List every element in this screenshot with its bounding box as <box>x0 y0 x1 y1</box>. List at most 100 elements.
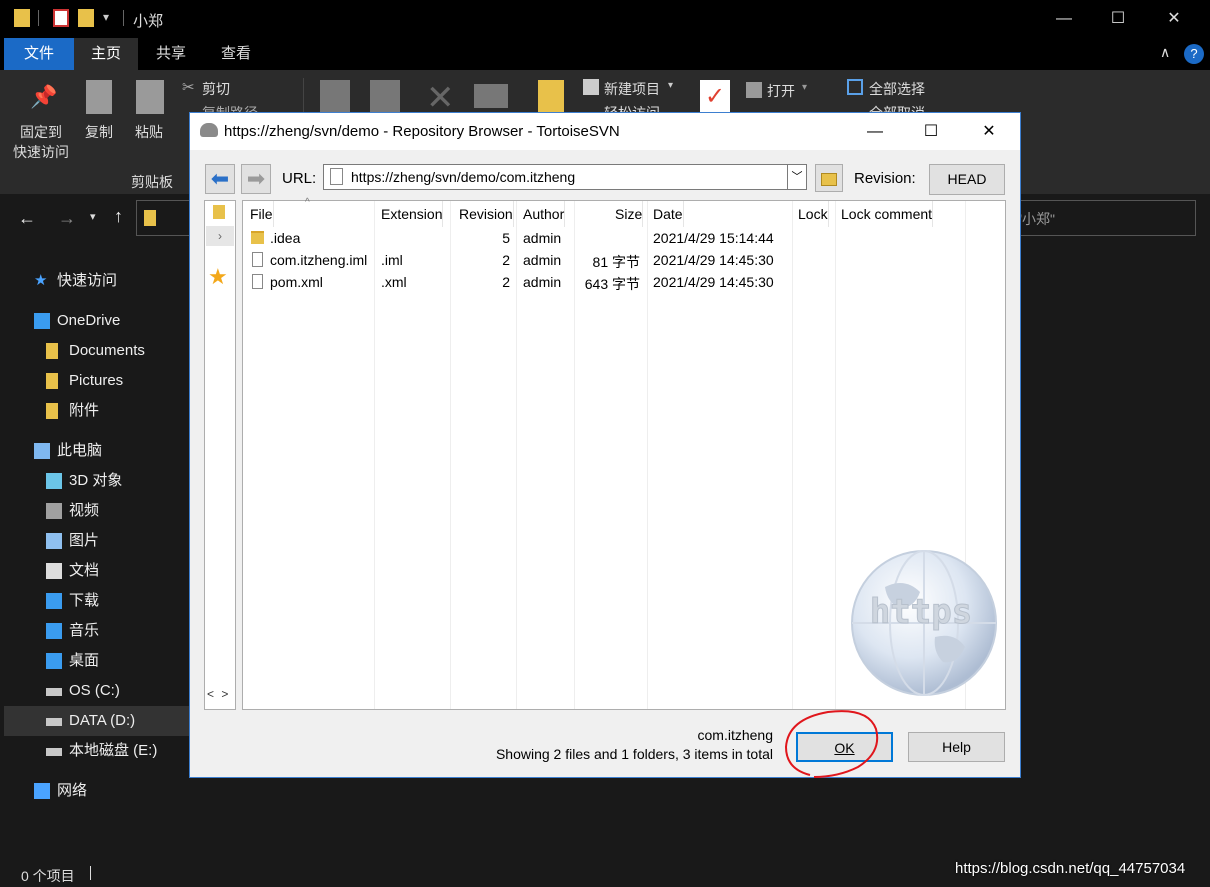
sidebar-item[interactable]: 下载 <box>0 586 190 616</box>
back-arrow-icon[interactable]: ← <box>18 208 36 229</box>
select-all-button[interactable]: 全部选择 <box>869 79 925 99</box>
sidebar-item-e[interactable]: 本地磁盘 (E:) <box>0 736 190 766</box>
header-lock-comment[interactable]: Lock comment <box>841 201 934 227</box>
folder-icon <box>251 231 264 244</box>
url-combobox[interactable]: https://zheng/svn/demo/com.itzheng <box>323 164 807 190</box>
cell-date: 2021/4/29 15:14:44 <box>653 230 774 246</box>
header-size[interactable]: Size <box>615 201 644 227</box>
header-extension[interactable]: Extension <box>381 201 444 227</box>
open-button[interactable]: 打开 <box>767 81 795 101</box>
tree-scroll-arrows[interactable]: < > <box>207 687 230 701</box>
cell-revision: 2 <box>502 252 510 268</box>
drive-icon <box>46 718 62 726</box>
cloud-icon <box>34 313 50 329</box>
sidebar-item[interactable]: 网络 <box>0 776 190 806</box>
repository-browser-dialog: https://zheng/svn/demo - Repository Brow… <box>189 112 1021 778</box>
sidebar-item-label: OneDrive <box>57 312 121 329</box>
sidebar-item-label: 图片 <box>69 532 100 549</box>
chevron-down-icon[interactable]: ▾ <box>802 82 807 93</box>
header-lock[interactable]: Lock <box>798 201 829 227</box>
copy-button[interactable]: 复制 <box>85 122 113 142</box>
minimize-icon[interactable]: — <box>852 113 898 150</box>
sidebar-item-label: 视频 <box>69 502 100 519</box>
cell-date: 2021/4/29 14:45:30 <box>653 252 774 268</box>
explorer-title-bar: ▾ 小郑 — ☐ ✕ <box>0 0 1210 38</box>
tab-view[interactable]: 查看 <box>205 38 267 70</box>
sidebar-item[interactable]: 桌面 <box>0 646 190 676</box>
sidebar-item-label: 文档 <box>69 562 100 579</box>
header-revision[interactable]: Revision <box>459 201 514 227</box>
sidebar-item[interactable]: 文档 <box>0 556 190 586</box>
collapse-ribbon-icon[interactable]: ∧ <box>1160 44 1170 61</box>
up-arrow-icon[interactable]: ↑ <box>114 206 123 227</box>
header-date[interactable]: Date <box>653 201 684 227</box>
cell-revision: 5 <box>502 230 510 246</box>
table-row[interactable]: com.itzheng.iml .iml 2 admin 81 字节 2021/… <box>243 249 1005 271</box>
sidebar-item-label: 桌面 <box>69 652 100 669</box>
folder-icon <box>14 9 30 27</box>
url-label: URL: <box>282 170 317 187</box>
properties-large-icon[interactable]: ✓ <box>700 80 730 114</box>
customize-quick-access-icon[interactable]: ▾ <box>103 10 109 24</box>
tab-file[interactable]: 文件 <box>4 38 74 70</box>
sidebar-item-label: OS (C:) <box>69 682 120 699</box>
sidebar-item-documents[interactable]: Documents <box>0 336 190 366</box>
sidebar-item[interactable]: 视频 <box>0 496 190 526</box>
pin-label-2[interactable]: 快速访问 <box>13 142 69 162</box>
sidebar-item-label: 下载 <box>69 592 100 609</box>
chevron-down-icon[interactable]: ﹀ <box>787 164 807 190</box>
sidebar-item[interactable]: 附件 <box>0 396 190 426</box>
paste-button[interactable]: 粘贴 <box>135 122 163 142</box>
new-item-button[interactable]: 新建项目 <box>604 79 660 99</box>
sidebar-item-data-d[interactable]: DATA (D:) <box>4 706 192 736</box>
cell-extension: .iml <box>381 252 403 268</box>
search-input[interactable]: "小郑" <box>1010 200 1196 236</box>
dialog-body: ⬅ ➡ URL: https://zheng/svn/demo/com.itzh… <box>190 150 1020 778</box>
ribbon-tabs: 文件 主页 共享 查看 ∧ ? <box>0 38 1210 70</box>
copy-to-icon <box>370 80 400 114</box>
header-author[interactable]: Author <box>523 201 566 227</box>
close-icon[interactable]: ✕ <box>1151 4 1197 34</box>
url-value: https://zheng/svn/demo/com.itzheng <box>351 169 576 185</box>
sidebar-item-os-c[interactable]: OS (C:) <box>0 676 190 706</box>
file-list[interactable]: ^ File Extension Revision Author Size Da… <box>242 197 1006 710</box>
properties-icon[interactable] <box>53 9 69 27</box>
tab-home[interactable]: 主页 <box>74 38 138 70</box>
folder-icon <box>144 210 156 226</box>
browse-folder-icon[interactable] <box>815 164 843 192</box>
table-row[interactable]: pom.xml .xml 2 admin 643 字节 2021/4/29 14… <box>243 271 1005 293</box>
expand-chevron-icon[interactable]: › <box>206 226 234 246</box>
sidebar-item-label: DATA (D:) <box>69 712 136 729</box>
tab-share[interactable]: 共享 <box>140 38 202 70</box>
sidebar-item[interactable]: 此电脑 <box>0 436 190 466</box>
sidebar-item[interactable]: 音乐 <box>0 616 190 646</box>
pin-label-1[interactable]: 固定到 <box>20 122 62 142</box>
sidebar-item-3d[interactable]: 3D 对象 <box>0 466 190 496</box>
maximize-icon[interactable]: ☐ <box>1095 4 1141 34</box>
header-file[interactable]: File <box>250 201 274 227</box>
help-icon[interactable]: ? <box>1184 44 1204 64</box>
minimize-icon[interactable]: — <box>1041 4 1087 34</box>
sidebar-item[interactable]: ★ 快速访问 <box>0 266 190 296</box>
cut-button[interactable]: 剪切 <box>202 79 230 99</box>
clipboard-group-label: 剪贴板 <box>131 174 173 190</box>
table-row[interactable]: .idea 5 admin 2021/4/29 15:14:44 <box>243 227 1005 249</box>
maximize-icon[interactable]: ☐ <box>908 113 954 150</box>
address-bar[interactable] <box>136 200 190 236</box>
sidebar-item-onedrive[interactable]: OneDrive <box>0 306 190 336</box>
forward-arrow-icon[interactable]: ➡ <box>241 164 271 194</box>
close-icon[interactable]: ✕ <box>966 113 1012 150</box>
computer-icon <box>34 443 50 459</box>
move-to-icon <box>320 80 350 114</box>
revision-button[interactable]: HEAD <box>929 164 1005 195</box>
forward-arrow-icon[interactable]: → <box>58 208 76 229</box>
new-folder-icon[interactable] <box>78 9 94 27</box>
sidebar-item-pictures[interactable]: Pictures <box>0 366 190 396</box>
help-button[interactable]: Help <box>908 732 1005 762</box>
chevron-down-icon[interactable]: ▾ <box>668 80 673 91</box>
repository-tree-pane[interactable]: › ★ < > <box>204 200 236 710</box>
sidebar-item[interactable]: 图片 <box>0 526 190 556</box>
status-bar: 0 个项目 https://blog.csdn.net/qq_44757034 <box>0 860 1210 887</box>
back-arrow-icon[interactable]: ⬅ <box>205 164 235 194</box>
recent-locations-icon[interactable]: ▾ <box>90 210 96 223</box>
